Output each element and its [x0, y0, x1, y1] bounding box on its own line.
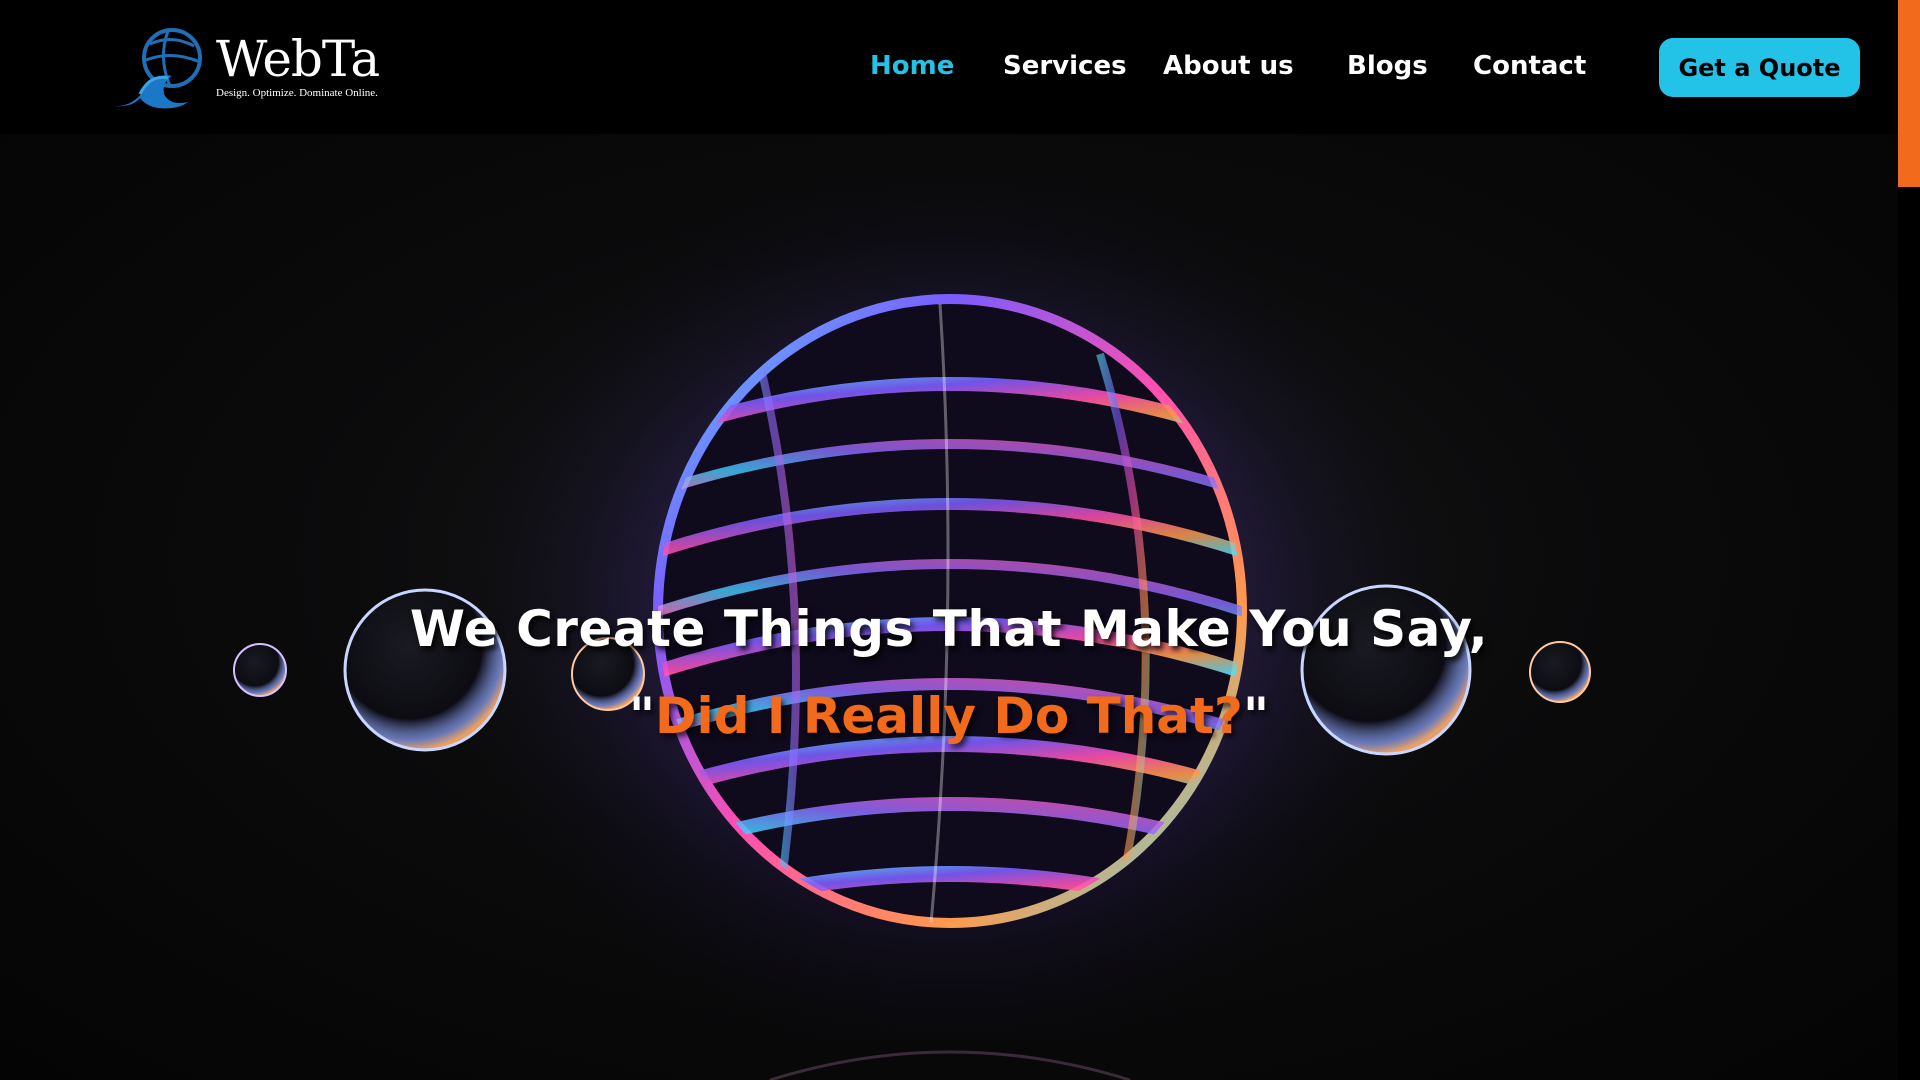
page: WebTa Design. Optimize. Dominate Online.… [0, 0, 1920, 1080]
scrollbar-thumb[interactable] [1898, 0, 1920, 187]
get-a-quote-button[interactable]: Get a Quote [1659, 38, 1860, 97]
hero-highlight-text: Did I Really Do That? [655, 687, 1243, 745]
main-nav: Home Services About us Blogs Contact [0, 46, 1898, 86]
hero-open-quote: " [628, 687, 656, 745]
hero-section: We Create Things That Make You Say, "Did… [0, 134, 1898, 1080]
page-scrollbar[interactable] [1898, 0, 1920, 1080]
nav-item-about-us[interactable]: About us [1163, 46, 1294, 86]
hero-close-quote: " [1242, 687, 1269, 745]
nav-item-contact[interactable]: Contact [1473, 46, 1586, 86]
nav-item-blogs[interactable]: Blogs [1347, 46, 1428, 86]
logo-tagline: Design. Optimize. Dominate Online. [216, 87, 378, 99]
nav-item-home[interactable]: Home [870, 46, 954, 86]
hero-subtitle: "Did I Really Do That?" [0, 687, 1898, 745]
nav-item-services[interactable]: Services [1003, 46, 1127, 86]
site-header: WebTa Design. Optimize. Dominate Online.… [0, 0, 1898, 134]
hero-title: We Create Things That Make You Say, [409, 600, 1489, 658]
